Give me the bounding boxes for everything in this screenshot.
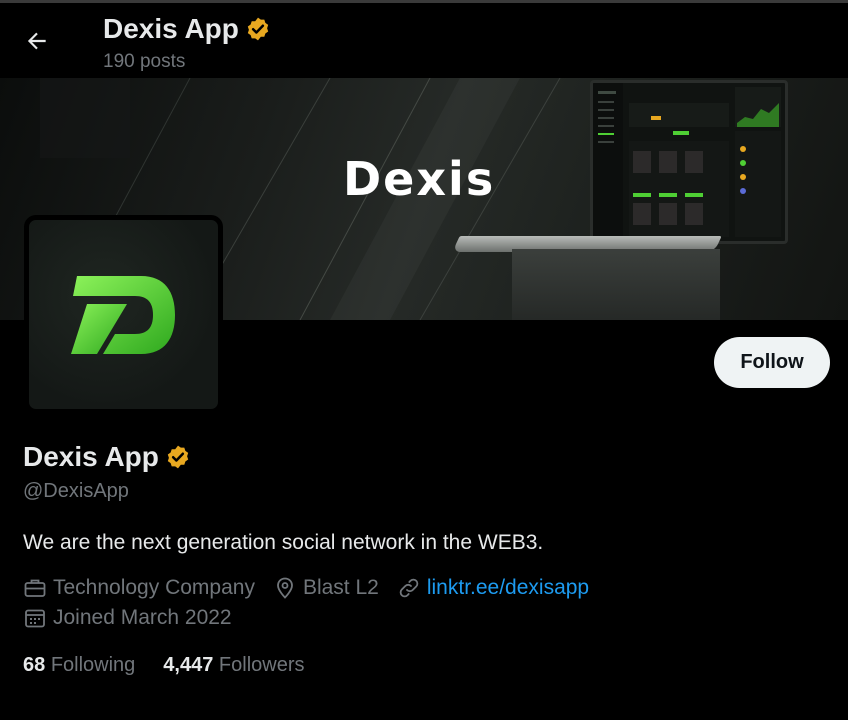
location-pin-icon xyxy=(277,577,293,599)
profile-meta-row: Technology Company Blast L2 linktr.ee/de… xyxy=(23,576,607,600)
profile-joined-row: Joined March 2022 xyxy=(23,606,250,630)
location-item: Blast L2 xyxy=(273,576,379,600)
link-icon xyxy=(399,578,419,598)
verified-badge-icon xyxy=(247,17,269,41)
follow-button[interactable]: Follow xyxy=(714,337,830,388)
header-name: Dexis App xyxy=(103,13,239,44)
profile-display-name: Dexis App xyxy=(23,441,191,473)
joined-text: Joined March 2022 xyxy=(53,606,232,629)
website-link[interactable]: linktr.ee/dexisapp xyxy=(427,576,589,600)
profile-stats: 68 Following 4,447 Followers xyxy=(23,654,333,677)
website-item[interactable]: linktr.ee/dexisapp xyxy=(397,576,589,600)
profile-handle: @DexisApp xyxy=(23,480,129,502)
laptop-screen-mockup xyxy=(590,80,788,244)
display-name-text: Dexis App xyxy=(23,441,159,472)
following-label: Following xyxy=(50,654,136,676)
banner-logo-text: Dexis xyxy=(343,152,496,206)
display-pedestal xyxy=(512,249,720,320)
followers-link[interactable]: 4,447 Followers xyxy=(163,654,304,677)
post-count: 190 posts xyxy=(103,51,186,72)
following-count: 68 xyxy=(23,654,46,676)
location-text: Blast L2 xyxy=(302,576,379,599)
verified-badge-icon[interactable] xyxy=(165,444,191,470)
profile-header-bar: Dexis App 190 posts xyxy=(0,0,848,78)
following-link[interactable]: 68 Following xyxy=(23,654,135,677)
joined-item: Joined March 2022 xyxy=(23,606,232,630)
header-title: Dexis App xyxy=(103,13,271,45)
profile-avatar[interactable] xyxy=(24,215,223,414)
category-item: Technology Company xyxy=(23,576,255,600)
arrow-left-icon xyxy=(27,32,46,50)
profile-bio: We are the next generation social networ… xyxy=(23,531,544,554)
back-button[interactable] xyxy=(18,22,56,60)
briefcase-icon xyxy=(24,579,46,597)
window-top-edge xyxy=(0,0,848,3)
dexis-logo-icon xyxy=(70,275,175,354)
followers-label: Followers xyxy=(218,654,305,676)
calendar-icon xyxy=(25,609,45,628)
dashboard-mockup-graphic xyxy=(593,83,781,241)
category-text: Technology Company xyxy=(53,576,255,599)
followers-count: 4,447 xyxy=(163,654,214,676)
